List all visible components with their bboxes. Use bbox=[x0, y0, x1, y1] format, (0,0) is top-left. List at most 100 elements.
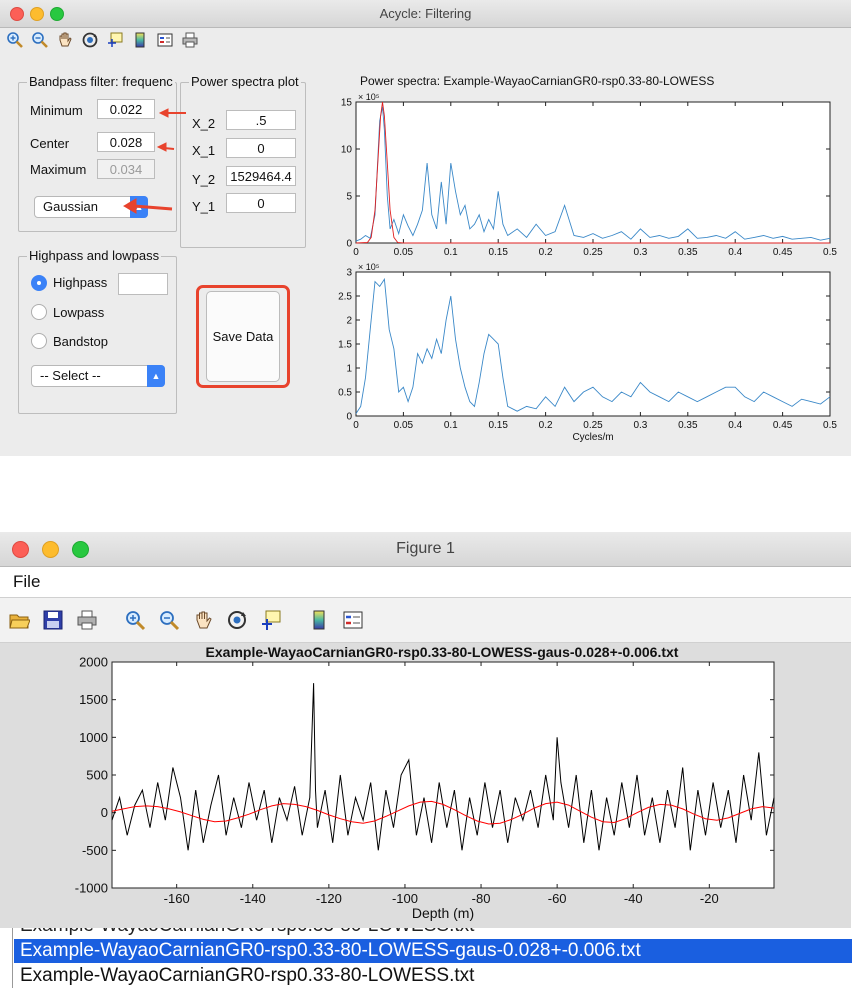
x-tick-label: -80 bbox=[472, 891, 491, 906]
y-tick-label: 3 bbox=[346, 268, 352, 279]
print-icon[interactable] bbox=[76, 609, 98, 631]
x-tick-label: -40 bbox=[624, 891, 643, 906]
open-icon[interactable] bbox=[8, 609, 30, 631]
y-tick-label: -1000 bbox=[75, 881, 108, 896]
y2-input[interactable]: 1529464.4 bbox=[226, 166, 296, 186]
zoom-in-icon[interactable] bbox=[124, 609, 146, 631]
highpass-label: Highpass bbox=[53, 275, 108, 290]
x-tick-label: 0.5 bbox=[823, 247, 837, 258]
y-tick-label: -500 bbox=[82, 843, 108, 858]
list-left-border bbox=[12, 928, 13, 988]
x-tick-label: 0.4 bbox=[728, 420, 742, 431]
file-list-item-text: Example-WayaoCarnianGR0-rsp0.33-80-LOWES… bbox=[20, 965, 475, 986]
arrow-gaussian bbox=[123, 198, 173, 214]
x-tick-label: 0.25 bbox=[583, 420, 603, 431]
y-tick-label: 0.5 bbox=[338, 388, 352, 399]
x-tick-label: 0.4 bbox=[728, 247, 742, 258]
highlow-select[interactable]: -- Select -- ▲ bbox=[31, 365, 165, 387]
x-tick-label: 0.5 bbox=[823, 420, 837, 431]
x-tick-label: -100 bbox=[392, 891, 418, 906]
zoom-out-icon[interactable] bbox=[158, 609, 180, 631]
figure-toolbar bbox=[0, 598, 851, 643]
lowpass-radio[interactable] bbox=[31, 304, 47, 320]
menu-file[interactable]: File bbox=[13, 572, 40, 592]
bandstop-radio[interactable] bbox=[31, 333, 47, 349]
figure-window: Figure 1 File -160 -140 -120 -100 -80 -60 -40-… bbox=[0, 532, 851, 928]
file-list-item[interactable]: Example-WayaoCarnianGR0-rsp0.33-80-LOWES… bbox=[20, 964, 474, 988]
power-plot-panel-title: Power spectra plot bbox=[189, 74, 301, 89]
y-tick-label: 2 bbox=[346, 316, 352, 327]
chart-title: Example-WayaoCarnianGR0-rsp0.33-80-LOWES… bbox=[206, 644, 679, 660]
rotate-3d-icon[interactable] bbox=[226, 609, 248, 631]
y-tick-label: 1.5 bbox=[338, 340, 352, 351]
file-list-item-partial[interactable]: Example-WayaoCarnianGR0-rsp0.33-80-LOWES… bbox=[20, 928, 474, 937]
y-exponent-label: × 10⁵ bbox=[358, 92, 380, 102]
data-cursor-icon[interactable] bbox=[260, 609, 282, 631]
x-tick-label: 0.35 bbox=[678, 247, 698, 258]
y-tick-label: 15 bbox=[341, 98, 353, 109]
x-tick-label: 0.45 bbox=[773, 420, 793, 431]
x-tick-label: 0.3 bbox=[633, 420, 647, 431]
select-arrows-icon: ▲ bbox=[147, 365, 165, 387]
save-icon[interactable] bbox=[42, 609, 64, 631]
minimize-window-button[interactable] bbox=[42, 541, 59, 558]
colorbar-icon[interactable] bbox=[308, 609, 330, 631]
y-tick-label: 1 bbox=[346, 364, 352, 375]
y-tick-label: 1000 bbox=[79, 730, 108, 745]
zoom-window-button[interactable] bbox=[72, 541, 89, 558]
x-tick-label: 0.35 bbox=[678, 420, 698, 431]
x-tick-label: 0.25 bbox=[583, 247, 603, 258]
y-tick-label: 2000 bbox=[79, 655, 108, 670]
figure-window-title: Figure 1 bbox=[396, 540, 455, 557]
x1-input[interactable]: 0 bbox=[226, 138, 296, 158]
annotation-arrows bbox=[123, 108, 186, 214]
legend-icon[interactable] bbox=[342, 609, 364, 631]
x-tick-label: 0.05 bbox=[394, 420, 414, 431]
highlow-panel-title: Highpass and lowpass bbox=[27, 248, 162, 263]
close-window-button[interactable] bbox=[12, 541, 29, 558]
x-tick-label: 0.1 bbox=[444, 420, 458, 431]
x-tick-label: -20 bbox=[700, 891, 719, 906]
y-tick-label: 0 bbox=[101, 805, 108, 820]
highpass-input[interactable] bbox=[118, 273, 168, 295]
x-tick-label: 0.15 bbox=[488, 420, 508, 431]
x-tick-label: -60 bbox=[548, 891, 567, 906]
x-tick-label: 0 bbox=[353, 247, 359, 258]
y-tick-label: 500 bbox=[86, 768, 108, 783]
x2-input[interactable]: .5 bbox=[226, 110, 296, 130]
file-list: Example-WayaoCarnianGR0-rsp0.33-80-LOWES… bbox=[0, 928, 867, 988]
menu-bar: File bbox=[0, 567, 851, 598]
arrow-minimum bbox=[158, 108, 186, 118]
figure-titlebar: Figure 1 bbox=[0, 532, 851, 567]
lowpass-label: Lowpass bbox=[53, 305, 105, 320]
acycle-window-title: Acycle: Filtering bbox=[379, 6, 472, 21]
save-data-button[interactable]: Save Data bbox=[206, 291, 280, 382]
y-tick-label: 0 bbox=[346, 239, 352, 250]
y-tick-label: 1500 bbox=[79, 692, 108, 707]
y-tick-label: 5 bbox=[346, 192, 352, 203]
file-list-item-selected[interactable]: Example-WayaoCarnianGR0-rsp0.33-80-LOWES… bbox=[14, 939, 852, 963]
plot-area bbox=[355, 271, 831, 417]
y-exponent-label: × 10⁵ bbox=[358, 262, 380, 272]
x-tick-label: -140 bbox=[240, 891, 266, 906]
pan-hand-icon[interactable] bbox=[192, 609, 214, 631]
filtered-depth-chart: -160 -140 -120 -100 -80 -60 -40 -20 -1000 -500 0 50… bbox=[75, 644, 775, 921]
x-tick-label: 0.1 bbox=[444, 247, 458, 258]
x-tick-label: 0.15 bbox=[488, 247, 508, 258]
bandstop-label: Bandstop bbox=[53, 334, 108, 349]
x-tick-label: 0.45 bbox=[773, 247, 793, 258]
x-axis-label: Depth (m) bbox=[412, 905, 474, 921]
acycle-window: Acycle: Filtering Bandpass filter: frequ… bbox=[0, 0, 851, 456]
y-tick-label: 0 bbox=[346, 412, 352, 423]
lowess-spectrum-chart: 0 0.05 0.1 0.15 0.2 0.25 0.3 0.35 0.4 0.45 0.5 0 0.5… bbox=[338, 262, 837, 443]
x-tick-label: 0 bbox=[353, 420, 359, 431]
power-spectra-chart: 0 0.05 0.1 0.15 0.2 0.25 0.3 0.35 0.4 0.45 0.5 0 5 10… bbox=[341, 74, 838, 258]
y1-input[interactable]: 0 bbox=[226, 193, 296, 213]
save-data-label: Save Data bbox=[212, 329, 274, 344]
x-axis-label: Cycles/m bbox=[572, 432, 613, 443]
arrow-center bbox=[156, 142, 175, 152]
x-tick-label: 0.3 bbox=[633, 247, 647, 258]
highpass-radio[interactable] bbox=[31, 275, 47, 291]
x-tick-label: 0.2 bbox=[539, 420, 553, 431]
x-tick-label: 0.05 bbox=[394, 247, 414, 258]
